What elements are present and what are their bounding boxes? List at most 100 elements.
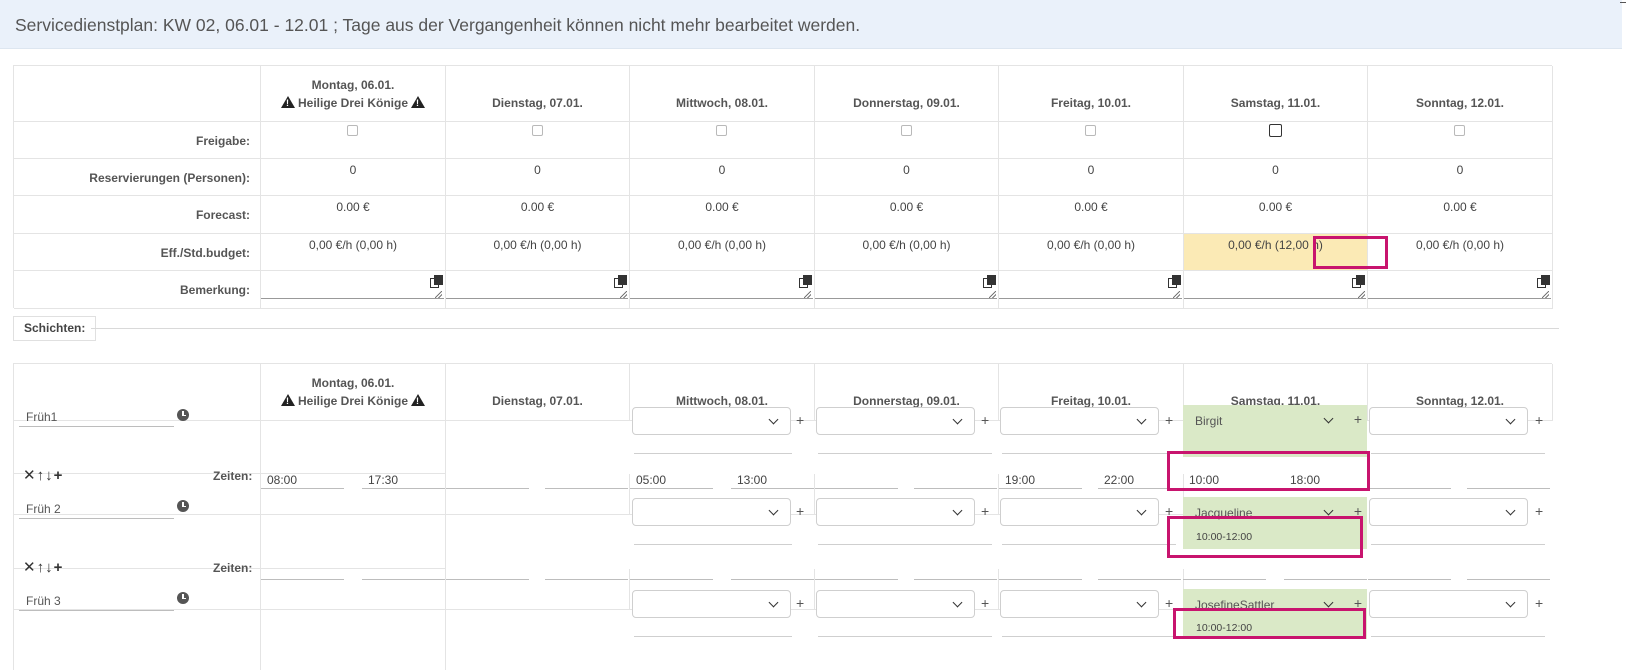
time-end-wed[interactable]: [731, 560, 814, 580]
clock-icon[interactable]: [177, 500, 189, 512]
time-start-wed[interactable]: 05:00: [630, 469, 713, 489]
section-divider: [91, 328, 1559, 329]
shift-controls[interactable]: ✕↑↓+: [23, 466, 63, 484]
employee-select-thu[interactable]: [816, 407, 975, 435]
add-employee-button[interactable]: +: [1535, 503, 1543, 519]
employee-select-sun[interactable]: [1369, 498, 1528, 526]
freigabe-checkbox[interactable]: [1454, 125, 1465, 136]
shift-controls[interactable]: ✕↑↓+: [23, 558, 63, 576]
add-employee-button[interactable]: +: [1165, 412, 1173, 428]
employee-select-fri[interactable]: [1000, 407, 1159, 435]
forecast-sun: 0.00 €: [1368, 196, 1553, 234]
eff-value: 0,00 €/h (0,00 h): [862, 238, 951, 252]
chevron-down-icon[interactable]: [1323, 597, 1334, 608]
bemerkung-mon[interactable]: [261, 271, 446, 309]
freigabe-checkbox[interactable]: [1085, 125, 1096, 136]
employee-select-sun[interactable]: [1369, 590, 1528, 618]
time-start-sat[interactable]: [1183, 560, 1266, 580]
copy-icon[interactable]: [430, 275, 443, 288]
freigabe-checkbox[interactable]: [716, 125, 727, 136]
day-header-tue: Dienstag, 07.01.: [446, 66, 630, 122]
copy-icon[interactable]: [614, 275, 627, 288]
shift-name-input[interactable]: Früh 2: [19, 499, 174, 519]
resize-handle[interactable]: [804, 291, 811, 298]
bemerkung-sat[interactable]: [1184, 271, 1368, 309]
resize-handle[interactable]: [620, 291, 627, 298]
resize-handle[interactable]: [1173, 291, 1180, 298]
assigned-employee-sat[interactable]: Birgit +: [1183, 405, 1367, 457]
employee-select-thu[interactable]: [816, 590, 975, 618]
page-title: Servicedienstplan: KW 02, 06.01 - 12.01 …: [15, 15, 861, 35]
freigabe-checkbox[interactable]: [532, 125, 543, 136]
time-end-sun[interactable]: [1467, 560, 1550, 580]
time-start-thu[interactable]: [815, 469, 898, 489]
time-start-mon[interactable]: 08:00: [261, 469, 344, 489]
time-start-sun[interactable]: [1368, 560, 1451, 580]
bemerkung-thu[interactable]: [815, 271, 999, 309]
copy-icon[interactable]: [1537, 275, 1550, 288]
add-employee-button[interactable]: +: [1535, 412, 1543, 428]
freigabe-checkbox[interactable]: [901, 125, 912, 136]
eff-value: 0,00 €/h (0,00 h): [677, 238, 767, 252]
shift-name-input[interactable]: Früh 3: [19, 591, 174, 611]
freigabe-checkbox[interactable]: [347, 125, 358, 136]
add-employee-button[interactable]: +: [981, 503, 989, 519]
time-end-sat[interactable]: [1284, 560, 1367, 580]
time-end-thu[interactable]: [914, 560, 997, 580]
employee-select-wed[interactable]: [632, 407, 791, 435]
time-start-tue[interactable]: [446, 469, 529, 489]
bemerkung-wed[interactable]: [630, 271, 815, 309]
clock-icon[interactable]: [177, 592, 189, 604]
time-start-sun[interactable]: [1368, 469, 1451, 489]
add-employee-button[interactable]: +: [981, 412, 989, 428]
resize-handle[interactable]: [435, 291, 442, 298]
time-end-fri[interactable]: [1098, 560, 1181, 580]
add-employee-button[interactable]: +: [796, 412, 804, 428]
resize-handle[interactable]: [1542, 291, 1549, 298]
add-employee-button[interactable]: +: [1165, 595, 1173, 611]
time-end-thu[interactable]: [914, 469, 997, 489]
copy-icon[interactable]: [1352, 275, 1365, 288]
time-end-mon[interactable]: [362, 560, 445, 580]
resize-handle[interactable]: [1358, 291, 1365, 298]
chevron-down-icon[interactable]: [1323, 413, 1334, 424]
add-employee-button[interactable]: +: [796, 503, 804, 519]
bemerkung-fri[interactable]: [999, 271, 1184, 309]
zeiten-label: Zeiten:: [213, 469, 253, 483]
shift-name-input[interactable]: Früh1: [19, 407, 174, 427]
time-start-thu[interactable]: [815, 560, 898, 580]
forecast-value: 0.00 €: [889, 200, 924, 214]
employee-select-wed[interactable]: [632, 498, 791, 526]
add-employee-button[interactable]: +: [1354, 411, 1362, 427]
time-end-sun[interactable]: [1467, 469, 1550, 489]
freigabe-checkbox[interactable]: [1269, 124, 1282, 137]
time-end-tue[interactable]: [545, 560, 628, 580]
time-end-mon[interactable]: 17:30: [362, 469, 445, 489]
time-end-tue[interactable]: [545, 469, 628, 489]
employee-select-thu[interactable]: [816, 498, 975, 526]
reservierungen-value: 0: [1087, 163, 1095, 177]
copy-icon[interactable]: [799, 275, 812, 288]
chevron-down-icon[interactable]: [1323, 505, 1334, 516]
employee-select-fri[interactable]: [1000, 590, 1159, 618]
resize-handle[interactable]: [989, 291, 996, 298]
time-start-tue[interactable]: [446, 560, 529, 580]
add-employee-button[interactable]: +: [981, 595, 989, 611]
time-start-fri[interactable]: [999, 560, 1082, 580]
employee-select-sun[interactable]: [1369, 407, 1528, 435]
bemerkung-tue[interactable]: [446, 271, 630, 309]
time-start-wed[interactable]: [630, 560, 713, 580]
add-employee-button[interactable]: +: [796, 595, 804, 611]
copy-icon[interactable]: [1168, 275, 1181, 288]
time-start-fri[interactable]: 19:00: [999, 469, 1082, 489]
zeiten-label: Zeiten:: [213, 561, 253, 575]
chevron-down-icon: [1505, 597, 1516, 608]
time-start-mon[interactable]: [261, 560, 344, 580]
clock-icon[interactable]: [177, 409, 189, 421]
employee-select-fri[interactable]: [1000, 498, 1159, 526]
employee-select-wed[interactable]: [632, 590, 791, 618]
copy-icon[interactable]: [983, 275, 996, 288]
add-employee-button[interactable]: +: [1535, 595, 1543, 611]
time-end-wed[interactable]: 13:00: [731, 469, 814, 489]
bemerkung-sun[interactable]: [1368, 271, 1553, 309]
